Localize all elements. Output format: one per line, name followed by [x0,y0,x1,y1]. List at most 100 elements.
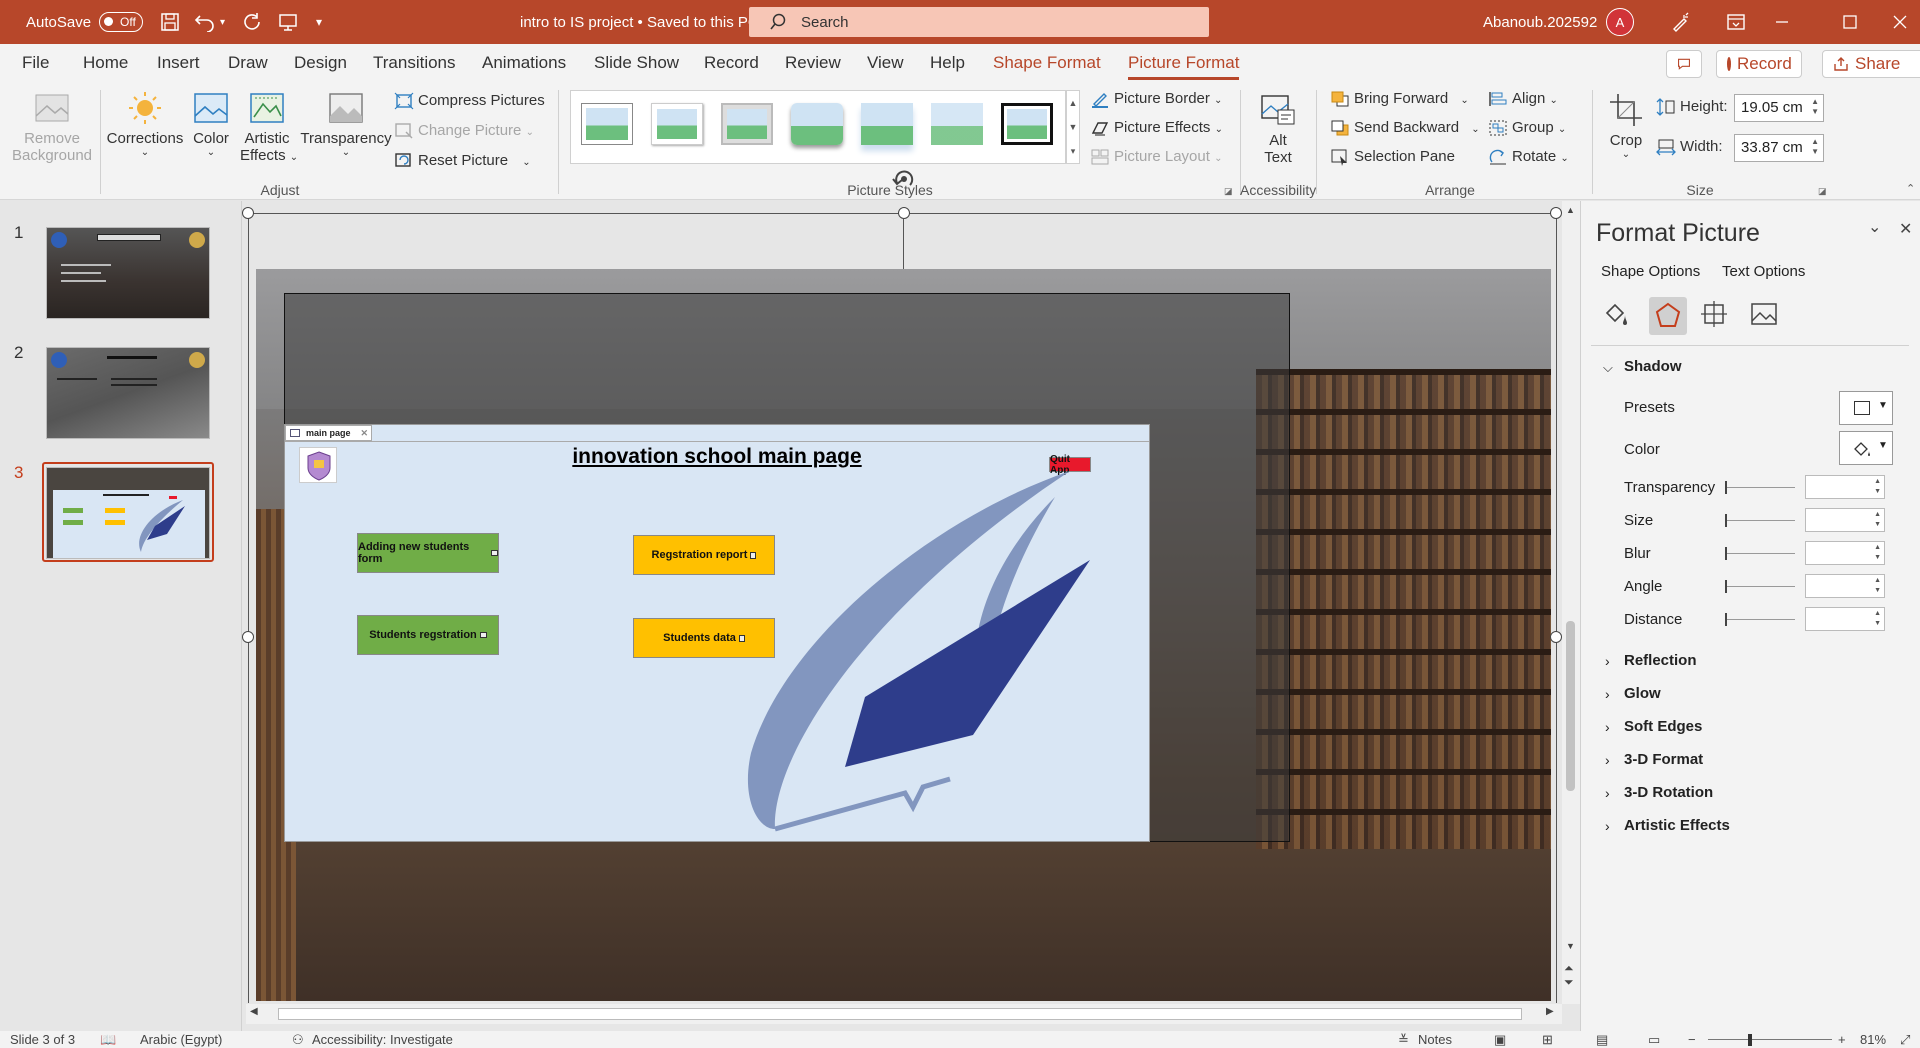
crop-button[interactable]: Crop ⌄ [1600,92,1652,160]
share-button[interactable]: Share [1822,50,1920,78]
tab-view[interactable]: View [867,44,904,82]
shadow-section-header[interactable]: Shadow [1624,358,1682,375]
zoom-level[interactable]: 81% [1860,1032,1886,1047]
size-spinner[interactable]: ▲ ▼ [1805,508,1885,532]
tab-shape-options[interactable]: Shape Options [1601,263,1700,280]
document-title[interactable]: intro to IS project • Saved to this PC ⌄ [520,0,777,44]
style-thumb[interactable] [581,103,633,145]
compress-pictures-button[interactable]: Compress Pictures [394,92,545,110]
prev-next-slide-icon[interactable]: ⏶ ⏷ [1564,961,1574,989]
color-dropdown[interactable]: ▼ [1839,431,1893,465]
slide-thumbnail-2[interactable] [46,347,210,439]
horizontal-scrollbar[interactable]: ◀ ▶ [246,1004,1562,1024]
send-backward-button[interactable]: Send Backward ⌄ [1330,119,1480,137]
dialog-launcher-icon[interactable]: ◪ [1224,186,1233,197]
slide-sorter-icon[interactable]: ⊞ [1542,1032,1553,1048]
resize-handle[interactable] [242,631,254,643]
rotate-button[interactable]: Rotate ⌄ [1488,148,1569,166]
resize-handle[interactable] [242,207,254,219]
spelling-icon[interactable]: 📖 [100,1032,116,1048]
add-students-button[interactable]: Adding new students form [357,533,499,573]
scroll-up-icon[interactable]: ▲ [1566,205,1575,215]
resize-handle[interactable] [1550,631,1562,643]
reading-view-icon[interactable]: ▤ [1596,1032,1608,1048]
accessibility-status[interactable]: Accessibility: Investigate [312,1032,453,1047]
style-thumb[interactable] [651,103,703,145]
zoom-out-icon[interactable]: − [1688,1032,1696,1047]
tab-record[interactable]: Record [704,44,759,82]
access-form-screenshot[interactable]: main page ✕ innovation school main page … [284,424,1150,842]
autosave-toggle[interactable]: Off [99,12,144,32]
picture-effects-button[interactable]: Picture Effects ⌄ [1090,119,1223,137]
tab-review[interactable]: Review [785,44,841,82]
tab-design[interactable]: Design [294,44,347,82]
spinner-icon[interactable]: ▲ ▼ [1811,97,1819,117]
maximize-icon[interactable] [1842,0,1858,44]
chevron-up-icon[interactable]: ▲ [1067,91,1079,115]
style-thumb[interactable] [931,103,983,145]
slideshow-icon[interactable]: ▭ [1648,1032,1660,1048]
presets-dropdown[interactable]: ▼ [1839,391,1893,425]
fit-slide-icon[interactable]: ⤢ [1900,1032,1910,1048]
3d-rotation-section-header[interactable]: 3-D Rotation [1624,784,1713,801]
resize-handle[interactable] [1550,207,1562,219]
pane-options-chevron-icon[interactable]: ⌄ [1868,217,1881,237]
reset-picture-button[interactable]: Reset Picture ⌄ [394,152,531,170]
effects-icon[interactable] [1649,297,1687,335]
tab-slide-show[interactable]: Slide Show [594,44,679,82]
corrections-button[interactable]: Corrections ⌄ [104,90,186,158]
user-avatar[interactable]: A [1606,0,1634,44]
transparency-button[interactable]: Transparency ⌄ [298,92,394,158]
close-pane-icon[interactable]: ✕ [1899,219,1912,239]
reflection-section-header[interactable]: Reflection [1624,652,1697,669]
angle-spinner[interactable]: ▲ ▼ [1805,574,1885,598]
3d-format-section-header[interactable]: 3-D Format [1624,751,1703,768]
align-button[interactable]: Align ⌄ [1488,90,1558,108]
slide-thumbnail-3[interactable] [46,467,210,559]
scroll-left-icon[interactable]: ◀ [250,1006,258,1017]
close-icon[interactable] [1892,0,1908,44]
height-input[interactable]: 19.05 cm ▲ ▼ [1734,94,1824,122]
tab-home[interactable]: Home [83,44,128,82]
search-box[interactable]: Search [749,7,1209,37]
record-button[interactable]: Record [1716,50,1802,78]
tab-text-options[interactable]: Text Options [1722,263,1805,280]
designer-icon[interactable] [1670,0,1692,44]
scroll-thumb[interactable] [278,1008,1522,1020]
spinner-icon[interactable]: ▲ ▼ [1811,137,1819,157]
artistic-effects-button[interactable]: Artistic Effects ⌄ [240,92,298,164]
vertical-scrollbar[interactable]: ▲ ▼ ⏶ ⏷ [1562,201,1580,1004]
glow-section-header[interactable]: Glow [1624,685,1661,702]
gallery-scroll[interactable]: ▲ ▼ ▾ [1066,90,1080,164]
redo-icon[interactable] [242,0,262,44]
blur-slider[interactable] [1725,547,1795,560]
color-button[interactable]: Color ⌄ [188,92,234,158]
distance-slider[interactable] [1725,613,1795,626]
alt-text-button[interactable]: Alt Text [1254,92,1302,166]
resize-handle[interactable] [898,207,910,219]
chevron-down-icon[interactable]: ▼ [1067,115,1079,139]
collapse-ribbon-icon[interactable]: ⌃ [1906,182,1915,195]
bring-forward-button[interactable]: Bring Forward ⌄ [1330,90,1469,108]
gallery-more-icon[interactable]: ▾ [1067,139,1079,163]
picture-styles-gallery[interactable] [570,90,1066,164]
transparency-slider[interactable] [1725,481,1795,494]
slide-3[interactable]: main page ✕ innovation school main page … [256,269,1551,1001]
tab-draw[interactable]: Draw [228,44,268,82]
style-thumb[interactable] [1001,103,1053,145]
scroll-down-icon[interactable]: ▼ [1566,941,1575,951]
comments-button[interactable] [1666,50,1702,78]
tab-transitions[interactable]: Transitions [373,44,456,82]
blur-spinner[interactable]: ▲ ▼ [1805,541,1885,565]
notes-button[interactable]: Notes [1418,1032,1452,1047]
undo-dropdown-icon[interactable]: ▾ [220,17,225,28]
notes-icon[interactable]: ≚ [1398,1032,1409,1048]
zoom-in-icon[interactable]: + [1838,1032,1846,1047]
remove-background-button[interactable]: Remove Background [10,92,94,164]
artistic-effects-section-header[interactable]: Artistic Effects [1624,817,1730,834]
tab-shape-format[interactable]: Shape Format [993,44,1101,82]
ribbon-display-icon[interactable] [1726,0,1746,44]
size-properties-icon[interactable] [1699,299,1735,333]
autosave[interactable]: AutoSave Off [26,0,144,44]
transparency-spinner[interactable]: ▲ ▼ [1805,475,1885,499]
